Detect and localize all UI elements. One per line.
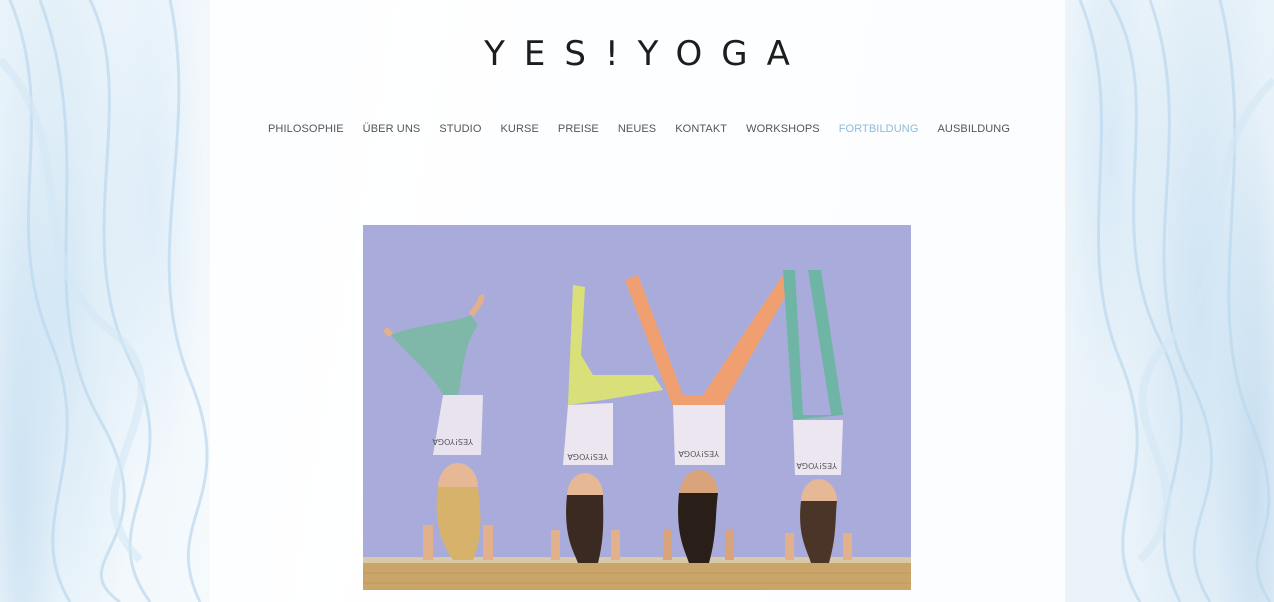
- nav-item-workshops[interactable]: WORKSHOPS: [746, 123, 820, 135]
- nav-item-kurse[interactable]: KURSE: [500, 123, 538, 135]
- nav-item-fortbildung[interactable]: FORTBILDUNG: [839, 123, 919, 135]
- shirt-text-4: YES!YOGA: [796, 461, 838, 470]
- nav-item-neues[interactable]: NEUES: [618, 123, 656, 135]
- nav-item-philosophie[interactable]: PHILOSOPHIE: [268, 123, 344, 135]
- nav-item-ausbildung[interactable]: AUSBILDUNG: [937, 123, 1010, 135]
- nav-item-ueber-uns[interactable]: ÜBER UNS: [363, 123, 421, 135]
- nav-item-studio[interactable]: STUDIO: [439, 123, 481, 135]
- site-logo[interactable]: YES!YOGA: [0, 34, 1274, 74]
- nav-item-preise[interactable]: PREISE: [558, 123, 599, 135]
- handstand-photo-illustration: YES!YOGA YES!YOGA YES!YOGA YES!YOGA: [363, 225, 911, 590]
- shirt-text-1: YES!YOGA: [432, 437, 474, 446]
- nav-item-kontakt[interactable]: KONTAKT: [675, 123, 727, 135]
- hero-photo: YES!YOGA YES!YOGA YES!YOGA YES!YOGA: [363, 225, 911, 590]
- main-nav: PHILOSOPHIE ÜBER UNS STUDIO KURSE PREISE…: [0, 123, 1274, 135]
- shirt-text-3: YES!YOGA: [678, 449, 720, 458]
- shirt-text-2: YES!YOGA: [567, 452, 609, 461]
